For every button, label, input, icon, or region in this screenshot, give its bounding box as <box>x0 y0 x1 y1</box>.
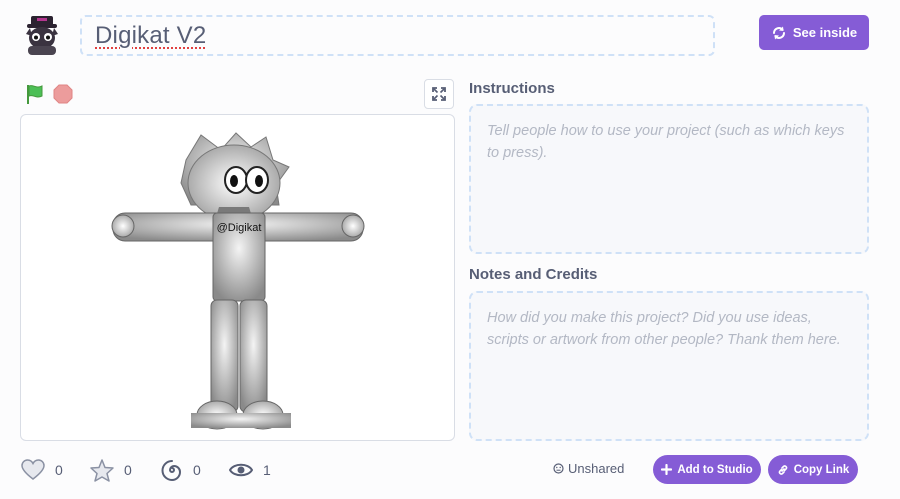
share-status-label: Unshared <box>568 461 625 476</box>
fullscreen-icon <box>432 87 446 101</box>
notes-textarea[interactable]: How did you make this project? Did you u… <box>469 291 869 441</box>
instructions-placeholder: Tell people how to use your project (suc… <box>487 123 845 161</box>
share-status: Unshared <box>553 461 624 476</box>
star-icon <box>90 458 114 482</box>
love-stat[interactable]: 0 <box>21 457 63 483</box>
views-stat: 1 <box>229 457 271 483</box>
copy-link-button[interactable]: Copy Link <box>768 455 858 484</box>
link-icon <box>778 464 787 475</box>
heart-icon <box>21 459 45 480</box>
views-count: 1 <box>263 462 271 478</box>
see-inside-label: See inside <box>792 25 858 40</box>
stop-sign-icon[interactable] <box>53 84 73 104</box>
favorite-count: 0 <box>124 462 132 478</box>
see-inside-button[interactable]: See inside <box>759 15 869 50</box>
remix-arrows-icon <box>772 26 785 39</box>
unshared-icon <box>553 463 564 474</box>
remix-stat: 0 <box>161 457 201 483</box>
project-stage[interactable]: @Digikat <box>20 114 455 441</box>
notes-heading: Notes and Credits <box>469 266 598 283</box>
project-page: Digikat V2 See inside @Digikat Instructi… <box>0 0 900 499</box>
spiral-icon <box>161 460 182 481</box>
instructions-heading: Instructions <box>469 80 555 97</box>
sprite-label: @Digikat <box>217 222 262 234</box>
creator-avatar-icon[interactable] <box>20 14 64 58</box>
copy-link-label: Copy Link <box>793 463 850 476</box>
remix-count: 0 <box>193 462 201 478</box>
notes-placeholder: How did you make this project? Did you u… <box>487 310 841 348</box>
plus-icon <box>661 464 673 475</box>
digikat-sprite: @Digikat <box>111 132 365 430</box>
love-count: 0 <box>55 462 63 478</box>
fullscreen-button[interactable] <box>424 79 454 109</box>
eye-icon <box>229 463 253 477</box>
project-title-text: Digikat V2 <box>95 21 207 49</box>
favorite-stat[interactable]: 0 <box>90 457 132 483</box>
instructions-textarea[interactable]: Tell people how to use your project (suc… <box>469 104 869 254</box>
project-title-input[interactable]: Digikat V2 <box>80 15 715 56</box>
green-flag-icon[interactable] <box>24 83 46 105</box>
add-to-studio-label: Add to Studio <box>677 463 753 476</box>
add-to-studio-button[interactable]: Add to Studio <box>653 455 761 484</box>
